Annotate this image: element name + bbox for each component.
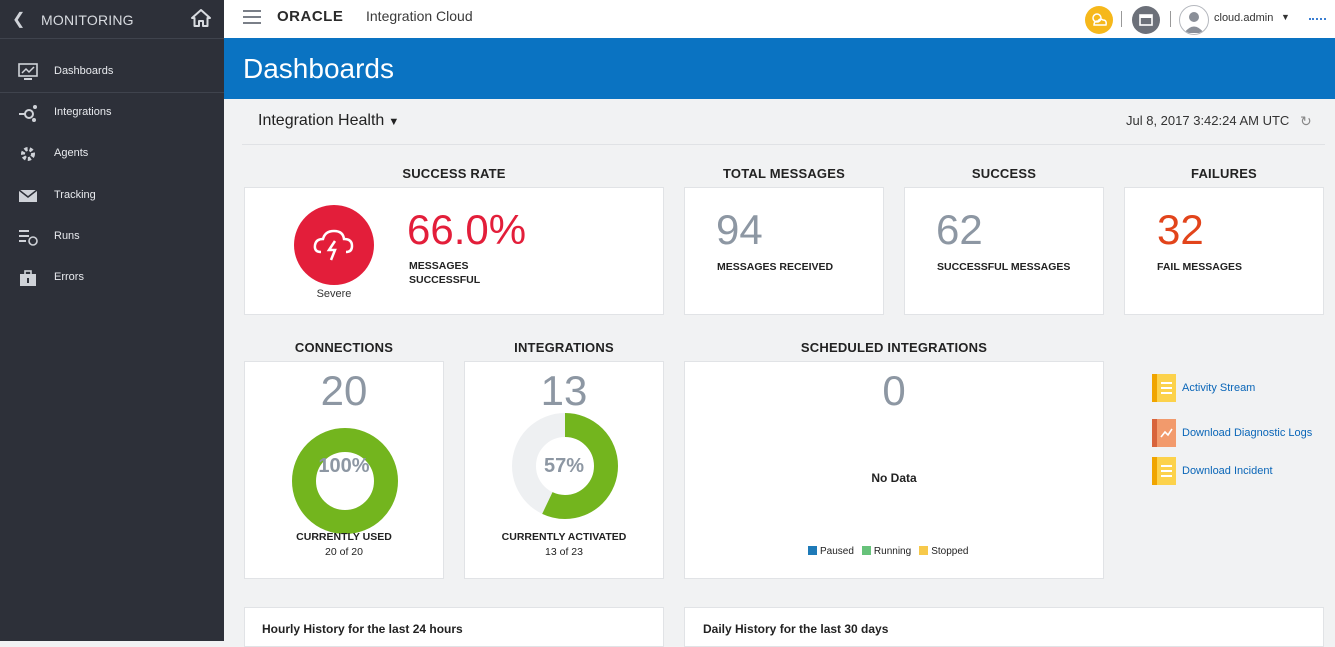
total-messages-value: 94 [716,206,763,253]
product-name: Integration Cloud [366,8,473,24]
user-name[interactable]: cloud.admin [1214,12,1273,24]
hourly-history-card: Hourly History for the last 24 hours [244,607,664,647]
timestamp: Jul 8, 2017 3:42:24 AM UTC [1126,113,1290,128]
integrations-icon [18,104,38,122]
hourly-history-title: Hourly History for the last 24 hours [262,622,463,636]
success-rate-card: Severe 66.0% MESSAGES SUCCESSFUL [244,187,664,315]
weather-icon[interactable] [1085,6,1113,34]
legend-label: Running [873,546,912,557]
envelope-icon [18,187,38,205]
sidebar-item-dashboards[interactable]: Dashboards [0,52,224,93]
status-label: Severe [316,288,352,300]
legend-stopped: Stopped [919,546,968,557]
total-messages-caption: MESSAGES RECEIVED [717,261,834,273]
failures-caption: FAIL MESSAGES [1157,261,1242,273]
link-label[interactable]: Activity Stream [1182,382,1255,394]
oracle-logo: ORACLE [277,8,344,25]
hamburger-menu-icon[interactable] [243,10,261,28]
legend-swatch [808,546,817,555]
sidebar-item-label: Tracking [54,189,96,201]
monitor-icon [18,63,38,81]
chevron-down-icon[interactable]: ▼ [1281,12,1290,22]
success-title: SUCCESS [971,166,1037,181]
connections-card: 20 100% CURRENTLY USED 20 of 20 [244,361,444,579]
connections-donut [292,428,398,534]
dashboard-subheader: Integration Health ▼ Jul 8, 2017 3:42:24 … [242,100,1325,145]
runs-icon [18,228,38,246]
sidebar-title: MONITORING [41,12,134,28]
back-icon[interactable]: ❮ [12,9,25,29]
total-messages-title: TOTAL MESSAGES [723,166,845,181]
caret-down-icon: ▼ [388,116,400,128]
legend-paused: Paused [808,546,854,557]
dashboard-selector-label: Integration Health [258,112,385,129]
success-caption: SUCCESSFUL MESSAGES [937,261,1071,273]
failures-title: FAILURES [1191,166,1257,181]
failures-value: 32 [1157,206,1204,253]
chart-document-icon [1152,419,1176,447]
legend-swatch [861,546,871,555]
integrations-title: INTEGRATIONS [514,340,614,355]
success-rate-caption-line2: SUCCESSFUL [409,274,481,286]
sidebar-item-label: Integrations [54,106,112,118]
success-card: 62 SUCCESSFUL MESSAGES [904,187,1104,315]
sidebar: ❮ MONITORING Dashboards Integrations Age… [0,0,224,641]
success-rate-caption-line1: MESSAGES [409,260,469,272]
sidebar-item-label: Dashboards [54,65,114,77]
success-rate-title: SUCCESS RATE [402,166,506,181]
sidebar-item-agents[interactable]: Agents [0,134,224,174]
link-label[interactable]: Download Diagnostic Logs [1182,427,1312,439]
divider [1170,11,1171,27]
sidebar-item-label: Runs [54,230,80,242]
home-icon[interactable] [190,8,212,33]
sidebar-item-label: Errors [54,271,84,283]
severe-status-icon [294,205,374,285]
top-bar: ORACLE Integration Cloud cloud.admin ▼ [224,0,1335,38]
legend-running: Running [861,546,912,557]
integrations-value: 13 [540,367,588,414]
sidebar-item-integrations[interactable]: Integrations [0,93,224,133]
integrations-card: 13 57% CURRENTLY ACTIVATED 13 of 23 [464,361,664,579]
link-label[interactable]: Download Incident [1182,465,1273,477]
connections-percent: 100% [318,455,370,477]
connections-value: 20 [320,367,368,414]
connections-caption: CURRENTLY USED [296,531,392,543]
avatar[interactable] [1179,5,1209,35]
dashboard-selector[interactable]: Integration Health ▼ [258,112,399,130]
success-rate-value: 66.0% [407,206,527,253]
sidebar-item-errors[interactable]: Errors [0,258,224,298]
scheduled-title: SCHEDULED INTEGRATIONS [800,340,988,355]
total-messages-card: 94 MESSAGES RECEIVED [684,187,884,315]
document-icon [1152,457,1176,485]
gear-icon [18,145,38,163]
page-title: Dashboards [243,53,394,84]
success-rate-caption: MESSAGES SUCCESSFUL [409,259,480,287]
success-value: 62 [936,206,983,253]
integrations-percent: 57% [543,455,585,477]
daily-history-card: Daily History for the last 30 days [684,607,1324,647]
no-data-label: No Data [871,471,917,485]
legend-label: Paused [820,546,854,557]
connections-title: CONNECTIONS [294,340,394,355]
integrations-caption: CURRENTLY ACTIVATED [501,531,627,543]
document-icon [1152,374,1176,402]
sidebar-item-label: Agents [54,147,89,159]
integrations-detail: 13 of 23 [545,546,583,558]
sidebar-header: ❮ MONITORING [0,0,224,39]
daily-history-title: Daily History for the last 30 days [703,622,889,636]
scheduled-legend: Paused Running Stopped [808,546,968,557]
toolbox-icon [18,269,38,287]
scheduled-value: 0 [882,367,906,414]
sidebar-item-runs[interactable]: Runs [0,217,224,257]
legend-label: Stopped [931,546,969,557]
failures-card: 32 FAIL MESSAGES [1124,187,1324,315]
sidebar-item-tracking[interactable]: Tracking [0,176,224,216]
page-banner: Dashboards [224,38,1335,99]
legend-swatch [919,546,929,555]
refresh-icon[interactable]: ↻ [1300,113,1312,130]
divider [1121,11,1122,27]
store-icon[interactable] [1132,6,1160,34]
connections-detail: 20 of 20 [325,546,363,558]
more-options-icon[interactable] [1309,18,1326,23]
